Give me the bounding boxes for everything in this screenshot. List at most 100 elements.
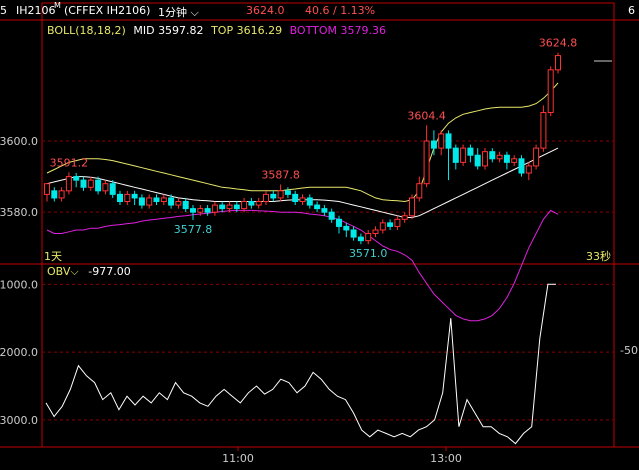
boll-top-line	[46, 82, 559, 203]
candle-body	[409, 197, 415, 217]
candle-body	[372, 229, 379, 235]
candle-body	[474, 154, 481, 167]
candle-body	[175, 201, 182, 206]
period-selector[interactable]: 1分钟 ⌵	[158, 4, 199, 20]
plot-frame	[41, 2, 615, 448]
candle-body	[109, 183, 116, 195]
candle-body	[138, 197, 145, 206]
contract-code[interactable]: IH2106	[16, 4, 56, 17]
obv-indicator-name[interactable]: OBV	[47, 265, 70, 278]
day-marker: 1天	[44, 250, 62, 263]
candle-body	[58, 190, 65, 199]
price-tick-label: 3600.0	[0, 135, 38, 148]
candle-body	[160, 197, 167, 203]
candle-body	[445, 133, 452, 149]
obv-legend: OBV⌵ -977.00	[47, 265, 131, 279]
last-price: 3624.0	[246, 4, 285, 17]
candle-body	[533, 147, 540, 167]
bottom-label: BOTTOM	[289, 24, 337, 37]
candle-body	[219, 204, 226, 210]
chart-header: 5 IH2106 M (CFFEX IH2106) 1分钟 ⌵ 3624.0 4…	[0, 0, 639, 20]
candle-body	[547, 69, 554, 114]
candle-body	[124, 193, 131, 203]
candle-body	[80, 179, 87, 188]
candle-body	[255, 201, 262, 206]
extreme-price-label: 3577.8	[174, 223, 213, 236]
candle-body	[211, 204, 218, 213]
boll-mid-line	[46, 147, 559, 218]
exchange-label: (CFFEX IH2106)	[64, 4, 151, 17]
candle-body	[263, 193, 269, 203]
chart-canvas: 3580.0 3600.0 -1000.0 -2000.0 -3000.0 11:00 13…	[0, 2, 639, 465]
obv-tick-label: -1000.0	[0, 278, 38, 291]
candle-body	[350, 229, 357, 238]
extreme-price-label: 3591.2	[50, 156, 89, 169]
header-right-fragment: 6	[628, 4, 635, 17]
chevron-down-icon: ⌵	[190, 6, 199, 19]
candle-body	[182, 201, 189, 210]
candle-body	[343, 225, 350, 231]
candle-body	[387, 222, 394, 227]
mid-label: MID	[133, 24, 155, 37]
candle-body	[489, 151, 496, 160]
candle-body	[482, 151, 488, 167]
candle-body	[65, 176, 72, 192]
seconds-countdown: 33秒	[586, 250, 611, 263]
bottom-value: 3579.36	[340, 24, 386, 37]
chevron-down-icon[interactable]: ⌵	[70, 265, 78, 278]
candle-body	[51, 190, 58, 199]
contract-superscript: M	[54, 1, 61, 10]
candle-body	[540, 112, 547, 149]
extreme-price-label: 3571.0	[349, 247, 388, 260]
candle-body	[44, 183, 50, 195]
candle-body	[87, 179, 94, 188]
candle-body	[95, 179, 102, 192]
obv-tick-label: -3000.0	[0, 414, 38, 427]
header-left-fragment: 5	[0, 4, 7, 17]
candle-body	[460, 147, 467, 163]
candle-body	[379, 222, 386, 231]
candle-body	[292, 193, 299, 203]
candle-body	[314, 204, 321, 210]
candle-body	[190, 208, 196, 213]
candle-body	[336, 218, 342, 227]
candle-body	[299, 197, 306, 203]
mid-value: 3597.82	[158, 24, 204, 37]
candle-body	[525, 165, 532, 174]
candle-body	[555, 55, 561, 71]
price-tick-label: 3580.0	[0, 206, 38, 219]
time-tick-label: 11:00	[222, 452, 254, 465]
top-label: TOP	[211, 24, 234, 37]
candle-body	[117, 193, 123, 203]
extreme-price-label: 3587.8	[261, 168, 300, 181]
candle-body	[277, 190, 284, 199]
candle-body	[270, 193, 277, 199]
candle-body	[284, 190, 291, 195]
candle-body	[438, 133, 445, 149]
candle-body	[328, 211, 335, 220]
candle-body	[357, 236, 364, 242]
candle-body	[401, 215, 408, 220]
candle-body	[452, 147, 459, 163]
candle-body	[511, 158, 518, 163]
obv-tick-label: -2000.0	[0, 346, 38, 359]
candle-body	[503, 154, 510, 163]
candle-body	[102, 183, 109, 192]
candle-body	[467, 147, 474, 156]
extreme-price-label: 3624.8	[539, 37, 578, 50]
candle-body	[153, 197, 160, 203]
boll-legend: BOLL(18,18,2) MID 3597.82 TOP 3616.29 BO…	[47, 24, 386, 37]
right-axis-fragment: -50	[620, 344, 638, 357]
candle-body	[394, 218, 401, 227]
candle-body	[73, 176, 80, 181]
boll-indicator-name[interactable]: BOLL(18,18,2)	[47, 24, 126, 37]
candle-body	[321, 208, 328, 213]
obv-value: -977.00	[88, 265, 131, 278]
candle-body	[365, 233, 372, 242]
candle-body	[131, 193, 138, 199]
period-label: 1分钟	[158, 6, 187, 19]
candle-body	[416, 183, 423, 199]
candle-body	[204, 208, 211, 213]
candle-body	[518, 158, 525, 174]
candle-body	[430, 140, 437, 149]
